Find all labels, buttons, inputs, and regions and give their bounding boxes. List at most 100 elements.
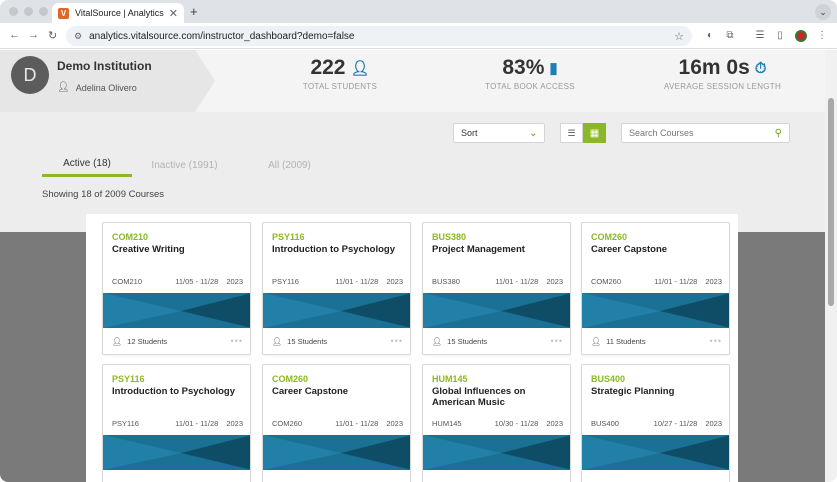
profile-avatar[interactable] bbox=[795, 30, 807, 42]
course-name: Creative Writing bbox=[112, 244, 185, 255]
more-options-icon[interactable]: ••• bbox=[710, 336, 722, 346]
tab-all[interactable]: All (2009) bbox=[237, 153, 342, 177]
more-options-icon[interactable]: ••• bbox=[231, 336, 243, 346]
search-input[interactable] bbox=[629, 128, 775, 138]
course-meta: COM260 11/01 - 11/28 2023 bbox=[272, 419, 403, 428]
new-tab-button[interactable]: + bbox=[190, 4, 198, 19]
sort-label: Sort bbox=[461, 128, 478, 138]
forward-arrow-icon[interactable]: → bbox=[28, 29, 39, 41]
grid-icon: ▦ bbox=[589, 127, 600, 139]
course-banner bbox=[423, 293, 570, 328]
minimize-window-button[interactable] bbox=[24, 7, 33, 16]
course-banner bbox=[582, 435, 729, 470]
list-view-button[interactable]: ☰ bbox=[560, 123, 583, 143]
course-card[interactable]: COM260 Career Capstone COM260 11/01 - 11/… bbox=[262, 364, 411, 482]
meta-year: 2023 bbox=[386, 277, 403, 286]
search-icon[interactable]: ⚲ bbox=[775, 128, 782, 139]
course-name: Strategic Planning bbox=[591, 386, 675, 397]
student-count: 11 Students bbox=[606, 336, 646, 346]
puzzle-extensions-icon[interactable]: ⧉ bbox=[723, 28, 737, 42]
course-code: HUM145 bbox=[432, 374, 468, 384]
meta-code: PSY116 bbox=[112, 419, 139, 428]
course-card[interactable]: HUM145 Global Influences on American Mus… bbox=[422, 364, 571, 482]
stat-total-book-access: 83% ▮ TOTAL BOOK ACCESS bbox=[470, 56, 590, 91]
stat-label: AVERAGE SESSION LENGTH bbox=[663, 82, 782, 91]
course-name: Introduction to Psychology bbox=[272, 244, 395, 255]
person-icon: 👤︎ bbox=[432, 336, 443, 346]
institution-name: Demo Institution bbox=[57, 59, 152, 73]
course-code: COM210 bbox=[112, 232, 149, 242]
more-options-icon[interactable]: ••• bbox=[551, 336, 563, 346]
course-grid: COM210 Creative Writing COM210 11/05 - 11… bbox=[86, 214, 738, 482]
showing-count: Showing 18 of 2009 Courses bbox=[42, 189, 164, 200]
meta-dates: 11/01 - 11/28 bbox=[495, 277, 539, 286]
user-row: 👤︎ Adelina Olivero bbox=[57, 82, 137, 93]
omnibox[interactable]: ⚙ analytics.vitalsource.com/instructor_d… bbox=[66, 26, 692, 46]
chevron-down-icon: ⌄ bbox=[529, 127, 537, 138]
course-card[interactable]: BUS400 Strategic Planning BUS400 10/27 - … bbox=[581, 364, 730, 482]
tab-title: VitalSource | Analytics bbox=[75, 8, 164, 18]
browser-menu-icon[interactable]: ⋮ bbox=[815, 28, 829, 42]
tab-search-chevron-icon[interactable]: ⌄ bbox=[815, 4, 831, 20]
person-icon: 👤︎ bbox=[350, 60, 370, 77]
stat-total-students: 222 👤︎ TOTAL STUDENTS bbox=[290, 56, 390, 91]
course-code: PSY116 bbox=[272, 232, 305, 242]
meta-dates: 11/01 - 11/28 bbox=[335, 419, 379, 428]
course-card[interactable]: COM210 Creative Writing COM210 11/05 - 11… bbox=[102, 222, 251, 355]
course-card[interactable]: PSY116 Introduction to Psychology PSY116… bbox=[262, 222, 411, 355]
grid-view-button[interactable]: ▦ bbox=[583, 123, 606, 143]
close-window-button[interactable] bbox=[9, 7, 18, 16]
tab-inactive[interactable]: Inactive (1991) bbox=[132, 153, 237, 177]
meta-dates: 10/30 - 11/28 bbox=[494, 419, 539, 428]
meta-code: BUS380 bbox=[432, 277, 460, 286]
stat-value: 222 bbox=[310, 56, 346, 79]
course-meta: COM210 11/05 - 11/28 2023 bbox=[112, 277, 243, 286]
stat-label: TOTAL BOOK ACCESS bbox=[485, 82, 575, 91]
bookmark-star-icon[interactable]: ☆ bbox=[674, 30, 684, 43]
extension-icon[interactable]: ◐ bbox=[703, 28, 717, 42]
stats-header: D Demo Institution 👤︎ Adelina Olivero 22… bbox=[0, 50, 825, 112]
tab-strip: V VitalSource | Analytics ✕ + ⌄ bbox=[0, 0, 837, 23]
course-name: Introduction to Psychology bbox=[112, 386, 235, 397]
stopwatch-icon: ⏱︎ bbox=[754, 59, 767, 77]
maximize-window-button[interactable] bbox=[39, 7, 48, 16]
course-card[interactable]: BUS380 Project Management BUS380 11/01 - … bbox=[422, 222, 571, 355]
tab-close-icon[interactable]: ✕ bbox=[169, 7, 178, 20]
scrollbar-thumb[interactable] bbox=[828, 98, 834, 306]
meta-year: 2023 bbox=[386, 419, 403, 428]
course-banner bbox=[103, 293, 250, 328]
browser-tab-active[interactable]: V VitalSource | Analytics ✕ bbox=[52, 3, 184, 23]
course-banner bbox=[103, 435, 250, 470]
course-code: BUS400 bbox=[591, 374, 626, 384]
course-banner bbox=[263, 435, 410, 470]
meta-code: PSY116 bbox=[272, 277, 299, 286]
meta-year: 2023 bbox=[226, 277, 243, 286]
course-meta: PSY116 11/01 - 11/28 2023 bbox=[272, 277, 403, 286]
person-icon: 👤︎ bbox=[272, 336, 283, 346]
course-code: COM260 bbox=[272, 374, 309, 384]
back-arrow-icon[interactable]: ← bbox=[9, 29, 20, 41]
course-meta: HUM145 10/30 - 11/28 2023 bbox=[432, 419, 563, 428]
course-code: COM260 bbox=[591, 232, 628, 242]
site-settings-icon[interactable]: ⚙ bbox=[74, 31, 82, 42]
course-meta: PSY116 11/01 - 11/28 2023 bbox=[112, 419, 243, 428]
meta-code: COM210 bbox=[112, 277, 143, 286]
side-panel-icon[interactable]: ▯ bbox=[773, 28, 787, 42]
url-text[interactable]: analytics.vitalsource.com/instructor_das… bbox=[89, 31, 674, 42]
course-card[interactable]: PSY116 Introduction to Psychology PSY116… bbox=[102, 364, 251, 482]
course-card[interactable]: COM260 Career Capstone COM260 11/01 - 11/… bbox=[581, 222, 730, 355]
reading-list-icon[interactable]: ☰ bbox=[753, 28, 767, 42]
stat-value: 83% bbox=[502, 56, 545, 79]
tab-active[interactable]: Active (18) bbox=[42, 153, 132, 177]
course-banner bbox=[582, 293, 729, 328]
course-name: Project Management bbox=[432, 244, 525, 255]
reload-icon[interactable]: ↻ bbox=[48, 29, 57, 42]
person-icon: 👤︎ bbox=[591, 336, 602, 346]
more-options-icon[interactable]: ••• bbox=[391, 336, 403, 346]
address-toolbar: ← → ↻ ⚙ analytics.vitalsource.com/instru… bbox=[0, 23, 837, 49]
card-footer: 👤︎ 12 Students ••• bbox=[112, 336, 243, 346]
search-courses-field[interactable]: ⚲ bbox=[621, 123, 790, 143]
meta-year: 2023 bbox=[546, 277, 563, 286]
sort-dropdown[interactable]: Sort ⌄ bbox=[453, 123, 545, 143]
course-meta: BUS400 10/27 - 11/28 2023 bbox=[591, 419, 722, 428]
